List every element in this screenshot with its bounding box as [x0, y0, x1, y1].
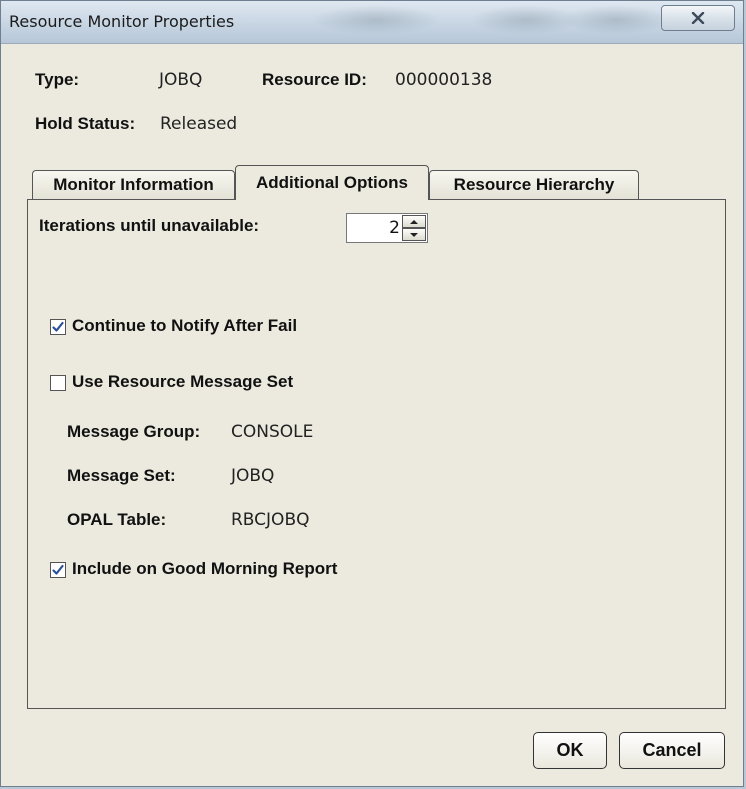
iterations-label: Iterations until unavailable: [39, 216, 260, 235]
dialog-content: Type: JOBQ Resource ID: 000000138 Hold S… [1, 44, 743, 786]
arrow-up-icon [410, 219, 418, 224]
checkmark-icon [52, 321, 64, 332]
good-morning-checkbox[interactable] [50, 562, 66, 578]
type-label: Type: [35, 70, 80, 89]
resource-id-label: Resource ID: [262, 70, 367, 89]
ok-button[interactable]: OK [533, 732, 607, 769]
spinner-buttons [402, 215, 426, 241]
title-bar-reflection [311, 5, 441, 35]
iterations-spinner[interactable]: 2 [346, 213, 428, 243]
message-set-value: JOBQ [231, 466, 275, 486]
continue-notify-label[interactable]: Continue to Notify After Fail [72, 316, 297, 336]
resource-monitor-properties-dialog: Resource Monitor Properties Type: JOBQ R… [0, 0, 744, 787]
iterations-value[interactable]: 2 [389, 218, 400, 238]
arrow-down-icon [410, 232, 418, 237]
type-value: JOBQ [159, 70, 203, 90]
hold-status-value: Released [160, 114, 238, 134]
good-morning-label[interactable]: Include on Good Morning Report [72, 559, 337, 579]
tab-additional-options[interactable]: Additional Options [235, 165, 429, 200]
hold-status-label: Hold Status: [35, 114, 136, 133]
cancel-button[interactable]: Cancel [619, 732, 725, 769]
close-icon [691, 12, 705, 24]
continue-notify-checkbox[interactable] [50, 319, 66, 335]
additional-options-panel: Iterations until unavailable: 2 Continue… [27, 199, 726, 709]
use-message-set-label[interactable]: Use Resource Message Set [72, 372, 293, 392]
window-title: Resource Monitor Properties [9, 12, 235, 31]
use-message-set-checkbox[interactable] [50, 375, 66, 391]
message-set-label: Message Set: [67, 466, 176, 485]
spinner-down-button[interactable] [402, 228, 426, 241]
title-bar[interactable]: Resource Monitor Properties [1, 1, 743, 44]
spinner-up-button[interactable] [402, 215, 426, 228]
opal-table-value: RBCJOBQ [231, 510, 310, 530]
message-group-value: CONSOLE [231, 422, 314, 442]
tab-resource-hierarchy[interactable]: Resource Hierarchy [429, 170, 639, 199]
message-group-label: Message Group: [67, 422, 201, 441]
title-bar-reflection [561, 5, 671, 35]
resource-id-value: 000000138 [395, 70, 493, 90]
close-button[interactable] [661, 5, 735, 31]
checkmark-icon [52, 564, 64, 575]
opal-table-label: OPAL Table: [67, 510, 167, 529]
tab-monitor-information[interactable]: Monitor Information [32, 170, 235, 199]
